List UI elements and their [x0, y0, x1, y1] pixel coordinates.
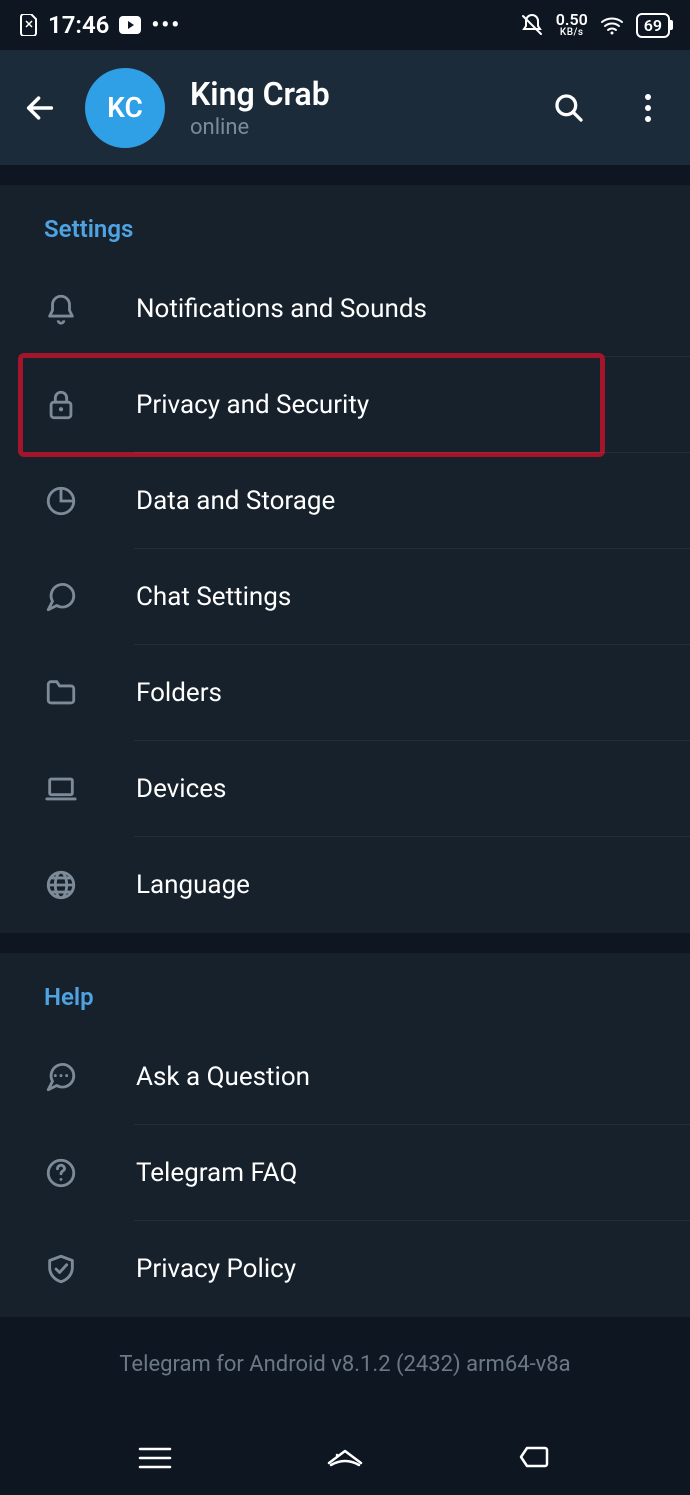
- more-options-button[interactable]: [626, 86, 670, 130]
- folder-icon: [44, 676, 100, 710]
- question-icon: [44, 1156, 100, 1190]
- help-item-privacy-policy[interactable]: Privacy Policy: [0, 1221, 690, 1317]
- status-more-icon: •••: [151, 13, 181, 38]
- status-bar: 17:46 ••• 0.50 KB/s 69: [0, 0, 690, 50]
- nav-home-button[interactable]: [315, 1438, 375, 1478]
- settings-item-notifications[interactable]: Notifications and Sounds: [0, 261, 690, 357]
- pie-chart-icon: [44, 484, 100, 518]
- settings-item-label: Language: [136, 870, 250, 900]
- settings-item-label: Chat Settings: [136, 582, 291, 612]
- bell-icon: [44, 292, 100, 326]
- help-item-label: Ask a Question: [136, 1062, 310, 1092]
- settings-item-label: Privacy and Security: [136, 390, 369, 420]
- lock-icon: [44, 388, 100, 422]
- settings-section: Settings Notifications and Sounds Privac…: [0, 185, 690, 933]
- settings-item-label: Notifications and Sounds: [136, 294, 427, 324]
- speech-bubble-icon: [44, 1060, 100, 1094]
- settings-item-label: Folders: [136, 678, 222, 708]
- globe-icon: [44, 868, 100, 902]
- app-header: KC King Crab online: [0, 50, 690, 165]
- profile-name: King Crab: [190, 75, 512, 113]
- settings-item-label: Devices: [136, 774, 226, 804]
- help-item-label: Telegram FAQ: [136, 1158, 297, 1188]
- sim-icon: [20, 14, 38, 36]
- chat-icon: [44, 580, 100, 614]
- settings-item-data-storage[interactable]: Data and Storage: [0, 453, 690, 549]
- shield-check-icon: [44, 1252, 100, 1286]
- settings-item-label: Data and Storage: [136, 486, 335, 516]
- settings-item-folders[interactable]: Folders: [0, 645, 690, 741]
- search-button[interactable]: [547, 86, 591, 130]
- battery-indicator: 69: [636, 13, 670, 38]
- help-title: Help: [0, 953, 690, 1029]
- network-speed: 0.50 KB/s: [556, 13, 588, 36]
- help-item-label: Privacy Policy: [136, 1254, 296, 1284]
- help-item-ask[interactable]: Ask a Question: [0, 1029, 690, 1125]
- youtube-icon: [119, 16, 141, 34]
- profile-status: online: [190, 115, 512, 140]
- version-text: Telegram for Android v8.1.2 (2432) arm64…: [0, 1317, 690, 1427]
- help-item-faq[interactable]: Telegram FAQ: [0, 1125, 690, 1221]
- wifi-icon: [600, 15, 624, 35]
- status-time: 17:46: [48, 11, 109, 39]
- system-nav-bar: [0, 1420, 690, 1495]
- settings-item-chat[interactable]: Chat Settings: [0, 549, 690, 645]
- help-section: Help Ask a Question Telegram FAQ Privacy…: [0, 953, 690, 1317]
- nav-back-button[interactable]: [505, 1438, 565, 1478]
- settings-item-privacy[interactable]: Privacy and Security: [0, 357, 690, 453]
- settings-item-devices[interactable]: Devices: [0, 741, 690, 837]
- nav-menu-button[interactable]: [125, 1438, 185, 1478]
- settings-title: Settings: [0, 185, 690, 261]
- laptop-icon: [44, 772, 100, 806]
- settings-item-language[interactable]: Language: [0, 837, 690, 933]
- back-button[interactable]: [20, 88, 60, 128]
- notifications-off-icon: [520, 13, 544, 37]
- avatar[interactable]: KC: [85, 68, 165, 148]
